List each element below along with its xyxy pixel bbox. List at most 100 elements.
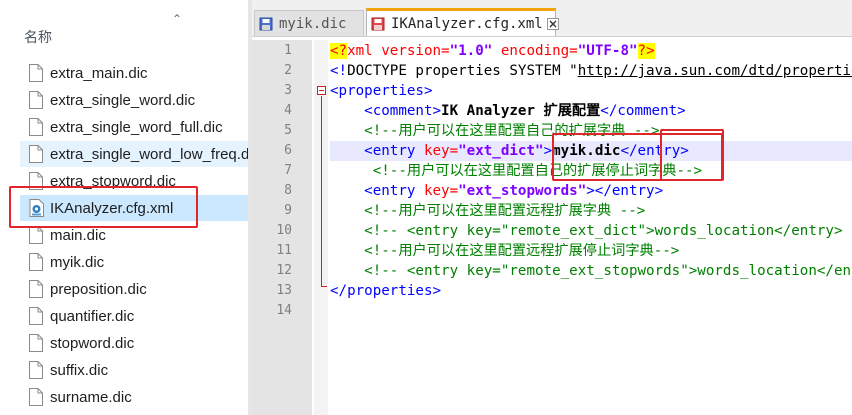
- tab-label: IKAnalyzer.cfg.xml: [391, 15, 543, 32]
- code-line-11: <!--用户可以在这里配置远程扩展停止词字典-->: [330, 241, 679, 261]
- code-line-4: <comment>IK Analyzer 扩展配置</comment>: [330, 101, 686, 121]
- saved-file-icon: [259, 17, 273, 31]
- document-file-icon: [29, 172, 43, 190]
- file-list-item[interactable]: quantifier.dic: [20, 303, 248, 329]
- code-line-3: <properties>: [330, 81, 433, 101]
- attr-name: key=: [415, 143, 459, 159]
- file-name: stopword.dic: [50, 334, 135, 352]
- xml-comment: <!-- <entry key="remote_ext_dict">words_…: [364, 223, 852, 239]
- line-number-gutter: 1 2 3 4 5 6 7 8 9 10 11 12 13 14: [252, 40, 312, 415]
- column-header-name[interactable]: 名称: [24, 27, 52, 47]
- attr-name: key=: [415, 183, 459, 199]
- text-editor: myik.dic IKAnalyzer.cfg.xml 1 2 3 4 5 6 …: [252, 0, 852, 415]
- code-line-5: <!--用户可以在这里配置自己的扩展字典 -->: [330, 121, 660, 141]
- document-file-icon: [29, 118, 43, 136]
- file-name: quantifier.dic: [50, 307, 135, 325]
- code-line-12: <!-- <entry key="remote_ext_stopwords">w…: [330, 261, 852, 281]
- entry-close-tag: ></entry>: [586, 183, 664, 199]
- file-list-item[interactable]: extra_stopword.dic: [20, 168, 248, 194]
- file-list-item[interactable]: surname.dic: [20, 384, 248, 410]
- code-line-9: <!--用户可以在这里配置远程扩展字典 -->: [330, 201, 645, 221]
- file-list-item[interactable]: extra_single_word_full.dic: [20, 114, 248, 140]
- line-number: 2: [284, 63, 292, 78]
- sort-ascending-icon[interactable]: ⌃: [172, 13, 184, 25]
- xml-comment: <!--用户可以在这里配置自己的扩展字典 -->: [364, 123, 660, 139]
- close-tab-icon[interactable]: [546, 17, 559, 30]
- line-number: 9: [284, 203, 292, 218]
- line-number: 1: [284, 43, 292, 58]
- config-file-icon: [29, 199, 44, 217]
- document-file-icon: [29, 91, 43, 109]
- file-list-item[interactable]: extra_single_word_low_freq.dic: [20, 141, 248, 167]
- file-name: preposition.dic: [50, 280, 147, 298]
- document-file-icon: [29, 388, 43, 406]
- fold-collapse-icon[interactable]: [317, 86, 326, 95]
- xml-decl-close: ?>: [637, 43, 655, 59]
- document-file-icon: [29, 334, 43, 352]
- code-line-2: <!DOCTYPE properties SYSTEM "http://java…: [330, 61, 852, 81]
- code-area[interactable]: <?xml version="1.0" encoding="UTF-8"?> <…: [330, 40, 852, 415]
- file-list-item[interactable]: preposition.dic: [20, 276, 248, 302]
- file-list-item[interactable]: main.dic: [20, 222, 248, 248]
- file-name: myik.dic: [50, 253, 105, 271]
- code-line-13: </properties>: [330, 281, 441, 301]
- code-line-10: <!-- <entry key="remote_ext_dict">words_…: [330, 221, 852, 241]
- entry-open-tag: <entry: [364, 143, 416, 159]
- file-list-item[interactable]: suffix.dic: [20, 357, 248, 383]
- doctype-open: <!: [330, 63, 348, 79]
- document-file-icon: [29, 280, 43, 298]
- xml-comment: <!-- <entry key="remote_ext_stopwords">w…: [364, 263, 852, 279]
- attr-name: encoding=: [492, 43, 578, 59]
- fold-end-marker: [321, 286, 327, 287]
- entry-open-tag: <entry: [364, 183, 416, 199]
- tab-myik-dic[interactable]: myik.dic: [254, 10, 364, 36]
- fold-margin: [314, 40, 328, 415]
- line-number: 7: [284, 163, 292, 178]
- line-number: 5: [284, 123, 292, 138]
- document-file-icon: [29, 307, 43, 325]
- file-name: main.dic: [50, 226, 106, 244]
- attr-value: "ext_stopwords": [458, 183, 587, 199]
- xml-decl-name: xml: [347, 43, 373, 59]
- document-file-icon: [29, 64, 43, 82]
- file-list-item[interactable]: IKAnalyzer.cfg.xml: [20, 195, 248, 221]
- file-list-item[interactable]: extra_single_word.dic: [20, 87, 248, 113]
- file-list-item[interactable]: myik.dic: [20, 249, 248, 275]
- file-name: extra_single_word_full.dic: [50, 118, 223, 136]
- line-number: 8: [284, 183, 292, 198]
- fold-guide-line: [321, 96, 322, 286]
- xml-comment: <!--用户可以在这里配置自己的扩展停止词字典-->: [372, 163, 703, 179]
- comment-open-tag: <comment>: [364, 103, 442, 119]
- document-file-icon: [29, 226, 43, 244]
- tab-ikanalyzer-cfg-xml[interactable]: IKAnalyzer.cfg.xml: [366, 8, 559, 36]
- code-line-8: <entry key="ext_stopwords"></entry>: [330, 181, 663, 201]
- file-list-item[interactable]: stopword.dic: [20, 330, 248, 356]
- doctype-url[interactable]: http://java.sun.com/dtd/properties.dtd: [578, 63, 852, 79]
- comment-close-tag: </comment>: [600, 103, 686, 119]
- line-number: 12: [276, 263, 292, 278]
- xml-comment: <!--用户可以在这里配置远程扩展字典 -->: [364, 203, 646, 219]
- file-name: IKAnalyzer.cfg.xml: [50, 199, 174, 217]
- file-list-item[interactable]: extra_main.dic: [20, 60, 248, 86]
- editor-tab-bar: myik.dic IKAnalyzer.cfg.xml: [252, 0, 852, 37]
- xml-decl-open: <?: [330, 43, 348, 59]
- file-name: extra_single_word.dic: [50, 91, 196, 109]
- comment-text: IK Analyzer 扩展配置: [441, 103, 601, 119]
- file-name: suffix.dic: [50, 361, 109, 379]
- line-number: 6: [284, 143, 292, 158]
- document-file-icon: [29, 145, 43, 163]
- properties-close-tag: </properties>: [330, 283, 442, 299]
- line-number: 11: [276, 243, 292, 258]
- attr-name: version=: [372, 43, 450, 59]
- attr-value: "UTF-8": [577, 43, 638, 59]
- line-number: 14: [276, 303, 292, 318]
- entry-close-tag: </entry>: [620, 143, 689, 159]
- properties-open-tag: <properties>: [330, 83, 433, 99]
- entry-value: myik.dic: [552, 143, 621, 159]
